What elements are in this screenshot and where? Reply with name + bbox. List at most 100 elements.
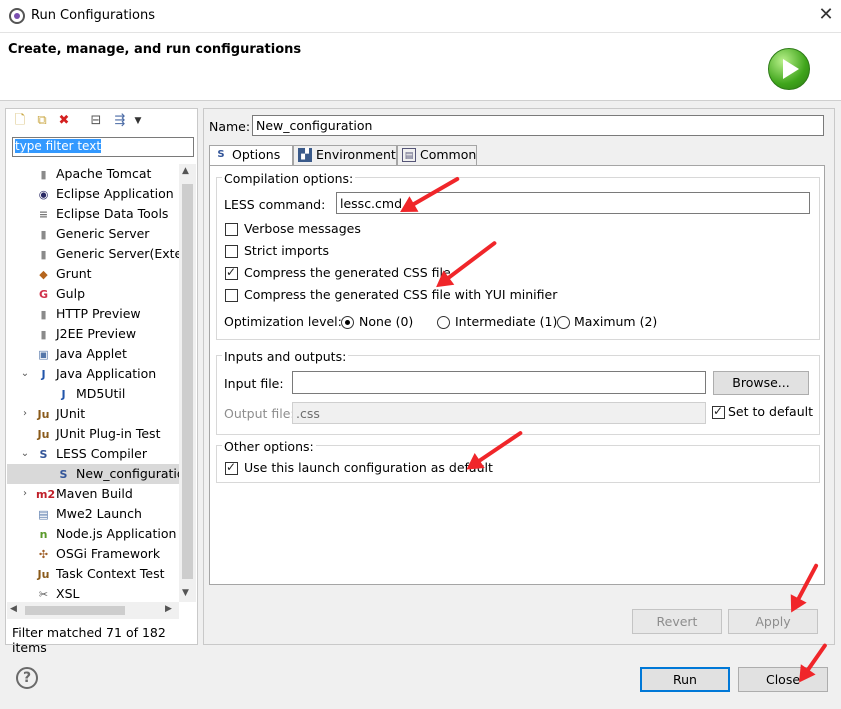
input-file-field[interactable] [292,371,706,394]
tree-item[interactable]: ▮ Generic Server(Extern [7,244,179,264]
scroll-left-icon[interactable]: ◀ [10,604,17,614]
tree-item[interactable]: G Gulp [7,284,179,304]
browse-button[interactable]: Browse... [713,371,809,395]
gulp-icon: G [38,288,49,301]
opt-maximum-label: Maximum (2) [574,314,658,329]
run-button[interactable]: Run [640,667,730,692]
tree-item-label: New_configuration [76,466,179,481]
tab-options[interactable]: S Options [209,145,293,166]
tree-item-label: HTTP Preview [56,306,141,321]
tree-item[interactable]: ▮ HTTP Preview [7,304,179,324]
set-default-checkbox[interactable] [712,404,725,419]
xsl-icon: ✂ [38,588,49,601]
expand-icon[interactable]: ⌄ [19,364,31,384]
tree-item-label: LESS Compiler [56,446,147,461]
tree-item[interactable]: ▣ Java Applet [7,344,179,364]
nodejs-icon: n [39,528,48,541]
help-icon[interactable]: ? [16,667,38,689]
collapse-all-icon[interactable]: ⊟ [88,113,104,129]
configuration-list-panel: 🗋 ⧉ ✖ ⊟ ⇶ ▼ type filter text ▮ Apache Tom… [5,108,198,655]
output-file-field [292,402,706,424]
header-banner: Create, manage, and run configurations [0,33,841,101]
server-icon: ▮ [40,248,47,261]
tree-item[interactable]: ≡ Eclipse Data Tools [7,204,179,224]
tree-item-label: MD5Util [76,386,126,401]
tree-item[interactable]: ⌄ S LESS Compiler [7,444,179,464]
tab-label: Environment [316,147,396,162]
opt-intermediate-radio[interactable] [437,316,450,329]
tab-common[interactable]: ▤ Common [397,145,477,165]
tree-horizontal-scrollbar[interactable]: ◀ ▶ [7,602,179,619]
database-icon: ≡ [38,208,49,221]
applet-icon: ▣ [38,348,49,361]
scroll-thumb[interactable] [182,184,193,579]
server-icon: ▮ [40,168,47,181]
chevron-down-icon[interactable]: ▼ [130,113,146,129]
tree-item[interactable]: J MD5Util [7,384,179,404]
collapse-icon[interactable]: › [19,404,31,424]
apply-button[interactable]: Apply [728,609,818,634]
tree-item[interactable]: ✂ XSL [7,584,179,602]
tree-item[interactable]: Ju JUnit Plug-in Test [7,424,179,444]
tree-item-label: Java Application [56,366,157,381]
less-icon: S [217,149,225,160]
tree-item[interactable]: Ju Task Context Test [7,564,179,584]
tree-item-label: Eclipse Data Tools [56,206,169,221]
close-window-button[interactable]: ✕ [816,4,836,26]
duplicate-config-icon[interactable]: ⧉ [34,113,50,129]
server-icon: ▮ [40,228,47,241]
filter-config-icon[interactable]: ⇶ [112,113,128,129]
delete-config-icon[interactable]: ✖ [56,113,72,129]
revert-button[interactable]: Revert [632,609,722,634]
tree-item-label: Mwe2 Launch [56,506,142,521]
tree-item[interactable]: ⌄ J Java Application [7,364,179,384]
tree-item[interactable]: ◉ Eclipse Application [7,184,179,204]
scroll-thumb[interactable] [25,606,125,615]
scroll-down-icon[interactable]: ▼ [182,588,189,598]
junit-icon: Ju [37,428,50,441]
use-default-label: Use this launch configuration as default [244,460,493,475]
tree-item[interactable]: ▮ J2EE Preview [7,324,179,344]
filter-input[interactable]: type filter text [12,137,194,157]
opt-none-radio[interactable] [341,316,354,329]
expand-icon[interactable]: ⌄ [19,444,31,464]
close-button[interactable]: Close [738,667,828,692]
tree-item-label: Node.js Application [56,526,177,541]
opt-maximum-radio[interactable] [557,316,570,329]
compress-yui-checkbox[interactable] [225,289,238,302]
junit-icon: Ju [37,408,50,421]
compress-label: Compress the generated CSS file [244,265,451,280]
name-field[interactable] [252,115,824,136]
tree-item[interactable]: ▮ Generic Server [7,224,179,244]
tree-item[interactable]: › m2 Maven Build [7,484,179,504]
tree-item[interactable]: › Ju JUnit [7,404,179,424]
tree-item-label: J2EE Preview [56,326,137,341]
tree-item[interactable]: ✣ OSGi Framework [7,544,179,564]
tree-item[interactable]: ▮ Apache Tomcat [7,164,179,184]
collapse-icon[interactable]: › [19,484,31,504]
compilation-group-label: Compilation options: [222,171,356,186]
compress-checkbox[interactable] [225,265,238,280]
tree-item[interactable]: S New_configuration [7,464,179,484]
tab-environment[interactable]: ▞ Environment [293,145,397,165]
tree-item-label: Eclipse Application [56,186,174,201]
tree-vertical-scrollbar[interactable]: ▲ ▼ [179,164,196,602]
io-group-label: Inputs and outputs: [222,349,349,364]
tree-item-label: Grunt [56,266,92,281]
app-icon [9,8,25,24]
tree-item[interactable]: ▤ Mwe2 Launch [7,504,179,524]
tree-item[interactable]: n Node.js Application [7,524,179,544]
strict-imports-checkbox[interactable] [225,245,238,258]
junit-icon: Ju [37,568,50,581]
strict-imports-label: Strict imports [244,243,329,258]
banner-title: Create, manage, and run configurations [8,42,302,57]
optimization-label: Optimization level: [224,314,342,329]
use-default-checkbox[interactable] [225,460,238,475]
server-icon: ▮ [40,308,47,321]
tree-item-label: Generic Server(Extern [56,246,179,261]
tree-item[interactable]: ◆ Grunt [7,264,179,284]
scroll-right-icon[interactable]: ▶ [165,604,172,614]
verbose-checkbox[interactable] [225,223,238,236]
new-config-icon[interactable]: 🗋 [12,113,28,129]
scroll-up-icon[interactable]: ▲ [182,166,189,176]
